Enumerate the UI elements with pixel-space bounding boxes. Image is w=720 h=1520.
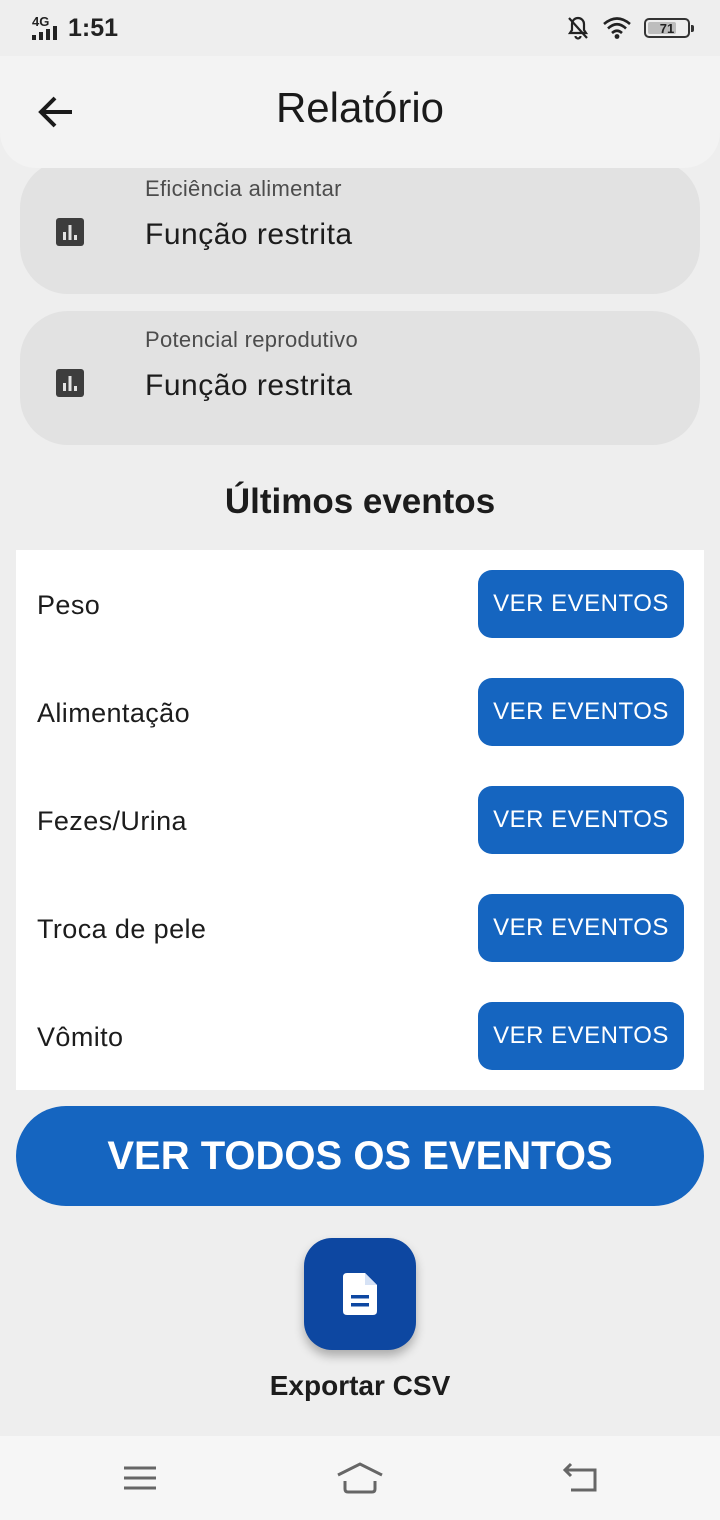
card-label: Eficiência alimentar bbox=[145, 176, 342, 201]
status-left: 4G 1:51 bbox=[32, 14, 118, 43]
view-events-button[interactable]: VER EVENTOS bbox=[478, 570, 684, 638]
event-label: Fezes/Urina bbox=[37, 806, 187, 836]
status-time: 1:51 bbox=[68, 13, 119, 42]
status-bar: 4G 1:51 71 bbox=[0, 0, 720, 56]
page-title: Relatório bbox=[275, 84, 445, 131]
view-all-events-button[interactable]: VER TODOS OS EVENTOS bbox=[16, 1106, 704, 1206]
export-csv-label: Exportar CSV bbox=[269, 1370, 451, 1401]
event-row-shedding: Troca de pele VER EVENTOS bbox=[16, 874, 704, 982]
home-nav-button[interactable] bbox=[330, 1454, 390, 1502]
view-events-button[interactable]: VER EVENTOS bbox=[478, 1002, 684, 1070]
info-card-feed-efficiency: Eficiência alimentar Função restrita bbox=[20, 160, 700, 294]
view-events-button[interactable]: VER EVENTOS bbox=[478, 786, 684, 854]
menu-icon bbox=[124, 1466, 156, 1490]
events-list: Peso VER EVENTOS Alimentação VER EVENTOS… bbox=[16, 550, 704, 1090]
event-row-weight: Peso VER EVENTOS bbox=[16, 550, 704, 658]
view-events-button[interactable]: VER EVENTOS bbox=[478, 894, 684, 962]
wifi-icon bbox=[603, 17, 631, 39]
export-csv-button[interactable] bbox=[304, 1238, 416, 1350]
back-nav-button[interactable] bbox=[550, 1454, 610, 1502]
event-row-vomit: Vômito VER EVENTOS bbox=[16, 982, 704, 1090]
back-icon bbox=[562, 1462, 597, 1492]
card-label: Potencial reprodutivo bbox=[145, 327, 358, 352]
app-bar: Relatório bbox=[0, 56, 720, 168]
menu-nav-button[interactable] bbox=[110, 1454, 170, 1502]
cell-signal-icon: 4G bbox=[32, 14, 62, 42]
notifications-off-icon bbox=[567, 16, 589, 40]
event-label: Peso bbox=[37, 590, 101, 620]
card-value: Função restrita bbox=[145, 369, 353, 402]
event-label: Troca de pele bbox=[37, 914, 207, 944]
bar-chart-icon bbox=[56, 218, 84, 246]
event-label: Vômito bbox=[37, 1022, 124, 1052]
document-icon bbox=[343, 1273, 377, 1315]
card-value: Função restrita bbox=[145, 218, 353, 251]
battery-icon: 71 bbox=[644, 18, 694, 38]
home-icon bbox=[337, 1462, 383, 1494]
section-title: Últimos eventos bbox=[224, 482, 496, 521]
event-row-feces-urine: Fezes/Urina VER EVENTOS bbox=[16, 766, 704, 874]
status-right: 71 bbox=[566, 15, 694, 41]
event-row-feeding: Alimentação VER EVENTOS bbox=[16, 658, 704, 766]
view-events-button[interactable]: VER EVENTOS bbox=[478, 678, 684, 746]
battery-level: 71 bbox=[659, 20, 675, 36]
info-card-reproductive-potential: Potencial reprodutivo Função restrita bbox=[20, 311, 700, 445]
event-label: Alimentação bbox=[37, 698, 190, 728]
bar-chart-icon bbox=[56, 369, 84, 397]
system-nav-bar bbox=[0, 1436, 720, 1520]
